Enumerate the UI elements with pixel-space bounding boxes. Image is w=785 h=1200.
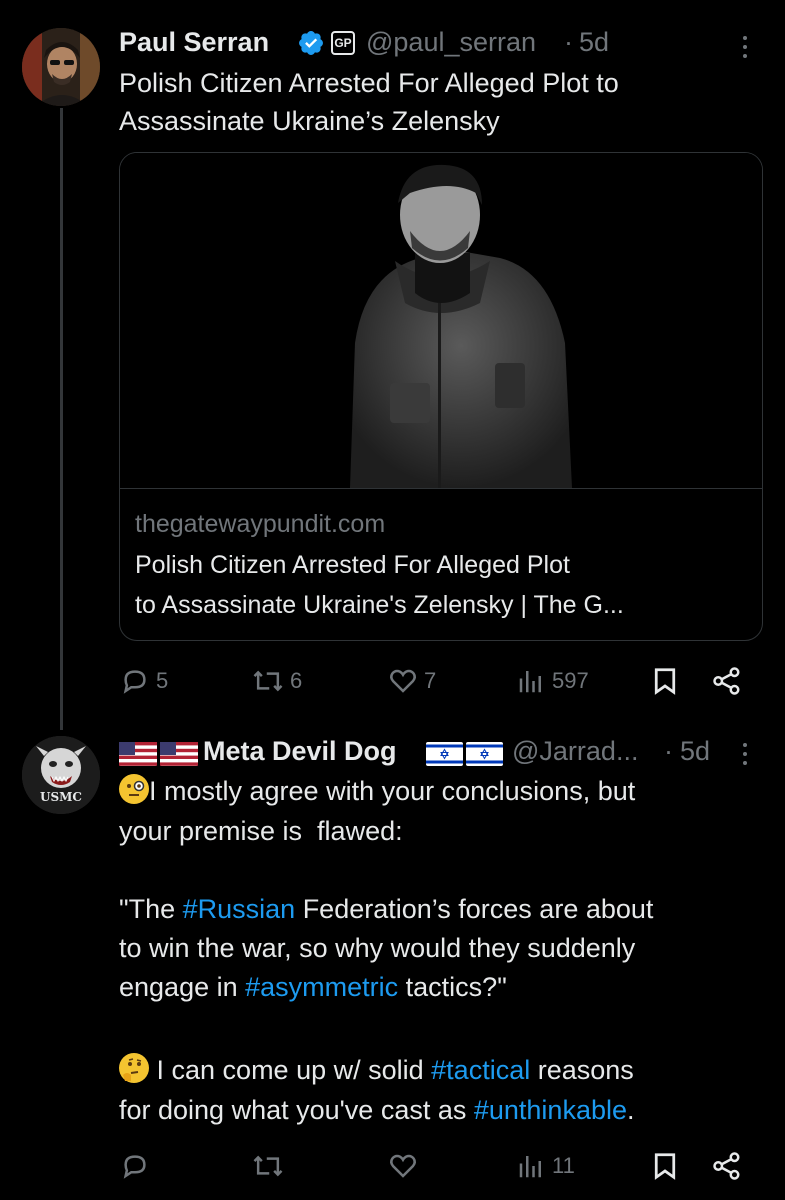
tweet-text-line: for doing what you've cast as #unthinkab… [119, 1091, 635, 1129]
views-count: 597 [552, 668, 589, 693]
link-domain: thegatewaypundit.com [135, 510, 386, 538]
hashtag-link[interactable]: #tactical [431, 1055, 530, 1085]
analytics-icon [519, 1156, 541, 1178]
views-count: 11 [552, 1153, 575, 1178]
paragraph2-text: "The [119, 894, 183, 924]
author-name[interactable]: Paul Serran [119, 27, 269, 58]
tweet-text-line: "The #Russian Federation’s forces are ab… [119, 890, 653, 928]
reply-button[interactable]: 5 [120, 666, 168, 696]
more-options-icon[interactable] [741, 743, 749, 770]
affiliate-badge-icon: GP [331, 31, 355, 55]
avatar-text: USMC [40, 790, 82, 804]
repost-count: 6 [290, 668, 303, 693]
link-title-line2: to Assassinate Ukraine's Zelensky | The … [135, 591, 624, 619]
thread-connector-line [60, 108, 63, 730]
heart-icon [390, 669, 416, 693]
israel-flag-icon [426, 742, 504, 771]
repost-button[interactable] [252, 1151, 284, 1181]
heart-icon [390, 1154, 416, 1178]
bookmark-button[interactable] [651, 1151, 679, 1181]
more-options-icon[interactable] [741, 36, 749, 63]
author-handle[interactable]: @paul_serran [366, 27, 536, 58]
share-button[interactable] [712, 666, 742, 696]
paragraph2-text: Federation’s forces are about [295, 894, 654, 924]
paragraph1-line1: I mostly agree with your conclusions, bu… [149, 776, 636, 806]
bookmark-icon [654, 668, 676, 695]
tweet-text-line: I can come up w/ solid #tactical reasons [119, 1051, 634, 1089]
thinking-face-emoji-icon [119, 1053, 149, 1083]
share-icon [713, 667, 740, 695]
tweet-text: Polish Citizen Arrested For Alleged Plot… [119, 68, 619, 136]
paragraph2-text: engage in [119, 972, 246, 1002]
like-button[interactable]: 7 [388, 666, 436, 696]
reply-icon [123, 1155, 146, 1179]
hashtag-link[interactable]: #unthinkable [474, 1095, 627, 1125]
avatar-meta-devil-dog[interactable]: USMC [22, 736, 100, 814]
share-icon [713, 1152, 740, 1180]
verified-badge-icon [297, 29, 325, 62]
author-handle[interactable]: @Jarrad... [512, 736, 638, 767]
analytics-icon [519, 671, 541, 693]
paragraph2-line2: to win the war, so why would they sudden… [119, 933, 636, 963]
tweet-text-line: engage in #asymmetric tactics?" [119, 968, 507, 1006]
like-button[interactable] [388, 1151, 418, 1181]
hashtag-link[interactable]: #asymmetric [245, 972, 398, 1002]
meta-separator: · [564, 27, 573, 57]
tweet-timestamp[interactable]: 5d [680, 736, 710, 767]
like-count: 7 [424, 668, 437, 693]
tweet-timestamp[interactable]: 5d [579, 27, 609, 58]
hashtag-link[interactable]: #Russian [183, 894, 296, 924]
paragraph3-text: reasons [530, 1055, 634, 1085]
repost-icon [253, 670, 283, 692]
bookmark-icon [654, 1153, 676, 1180]
share-button[interactable] [712, 1151, 742, 1181]
paragraph3-text: . [627, 1095, 635, 1125]
reply-icon [123, 670, 146, 694]
paragraph3-text: for doing what you've cast as [119, 1095, 474, 1125]
bookmark-button[interactable] [651, 666, 679, 696]
us-flag-icon [119, 742, 199, 771]
link-title-line1: Polish Citizen Arrested For Alleged Plot [135, 551, 570, 579]
link-preview-card[interactable]: thegatewaypundit.com Polish Citizen Arre… [119, 152, 763, 641]
link-preview-image [120, 153, 762, 488]
avatar-image [22, 28, 100, 106]
tweet-text-line: I mostly agree with your conclusions, bu… [119, 772, 635, 810]
meta-separator: · [664, 736, 673, 766]
views-button[interactable]: 11 [516, 1151, 575, 1181]
views-button[interactable]: 597 [516, 666, 589, 696]
author-name[interactable]: Meta Devil Dog [203, 736, 397, 767]
reply-count: 5 [156, 668, 169, 693]
avatar-paul-serran[interactable] [22, 28, 100, 106]
paragraph2-text: tactics?" [398, 972, 507, 1002]
repost-button[interactable]: 6 [252, 666, 302, 696]
monocle-face-emoji-icon [119, 774, 149, 804]
reply-button[interactable] [120, 1151, 150, 1181]
repost-icon [253, 1155, 283, 1177]
paragraph1-line2: your premise is flawed: [119, 816, 403, 846]
paragraph3-text: I can come up w/ solid [156, 1055, 432, 1085]
link-preview-caption: thegatewaypundit.com Polish Citizen Arre… [120, 488, 762, 640]
